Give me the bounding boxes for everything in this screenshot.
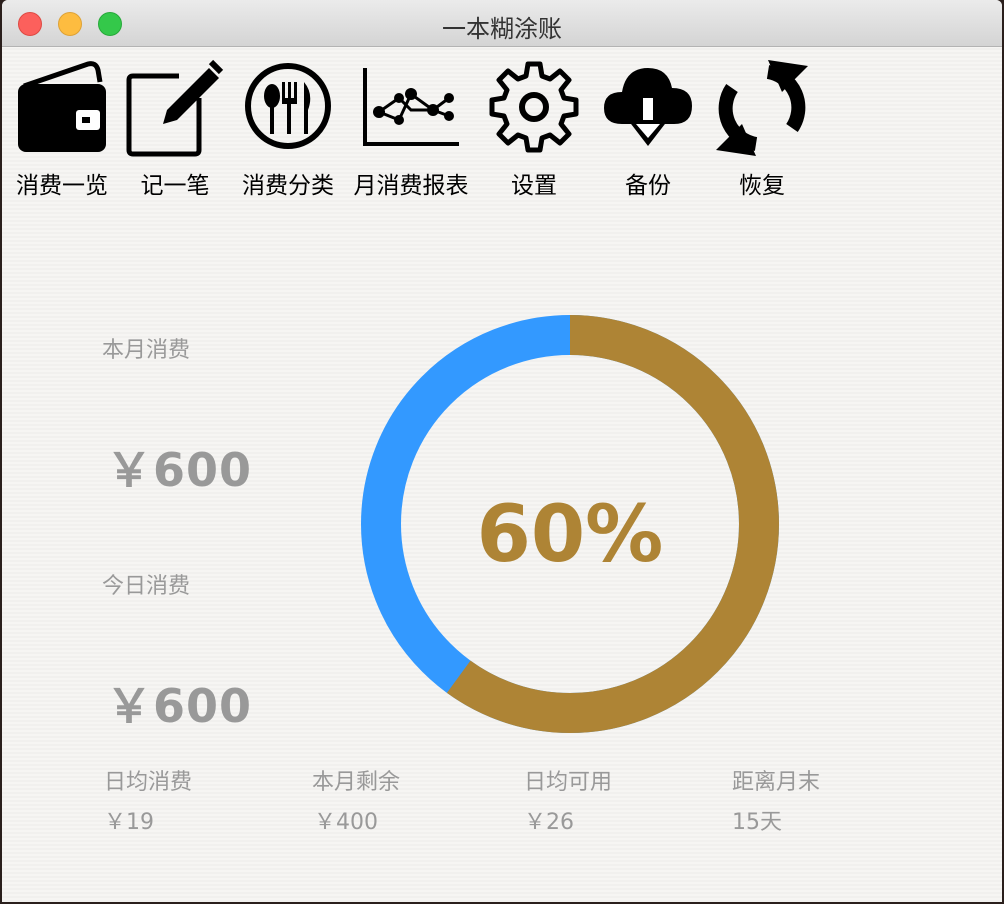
wallet-icon [18,61,106,152]
dining-icon [245,63,331,149]
month-remaining-value: ￥400 [314,810,378,835]
toolbar-overview-button[interactable]: 消费一览 [2,58,122,199]
toolbar-add-record-label: 记一笔 [140,173,210,199]
toolbar-categories-button[interactable]: 消费分类 [228,58,348,199]
today-spending-label: 今日消费 [102,574,191,599]
cloud-download-icon [604,68,692,146]
daily-available-value: ￥26 [524,810,574,835]
daily-average-value: ￥19 [104,810,154,835]
window-title: 一本糊涂账 [442,15,562,43]
gear-icon [489,61,579,153]
daily-available-label: 日均可用 [524,770,613,795]
days-to-month-end-label: 距离月末 [732,770,821,795]
toolbar-backup-button[interactable]: 备份 [588,58,708,199]
toolbar-monthly-report-label: 月消费报表 [353,173,469,199]
toolbar-settings-button[interactable]: 设置 [474,58,594,199]
title-bar[interactable]: 一本糊涂账 [2,0,1002,47]
toolbar-restore-label: 恢复 [739,173,785,199]
refresh-icon [716,60,808,156]
toolbar-monthly-report-button[interactable]: 月消费报表 [351,58,471,199]
days-to-month-end-value: 15天 [732,810,782,835]
month-remaining-label: 本月剩余 [312,770,401,795]
app-window: 一本糊涂账 消费一览 记一笔 消费分类 月消费报表 设置 备份 恢复 本月消费 … [2,0,1002,902]
edit-icon [126,59,224,157]
month-spending-label: 本月消费 [102,338,191,363]
toolbar-settings-label: 设置 [511,173,557,199]
toolbar-overview-label: 消费一览 [16,173,108,199]
toolbar-restore-button[interactable]: 恢复 [702,58,822,199]
chart-icon [363,68,459,146]
today-spending-value: ￥600 [106,679,253,733]
progress-percent-text: 60% [476,490,664,580]
toolbar-categories-label: 消费分类 [242,173,334,199]
month-spending-value: ￥600 [106,443,253,497]
toolbar-add-record-button[interactable]: 记一笔 [115,58,235,199]
toolbar-backup-label: 备份 [625,173,671,199]
daily-average-label: 日均消费 [104,770,193,795]
